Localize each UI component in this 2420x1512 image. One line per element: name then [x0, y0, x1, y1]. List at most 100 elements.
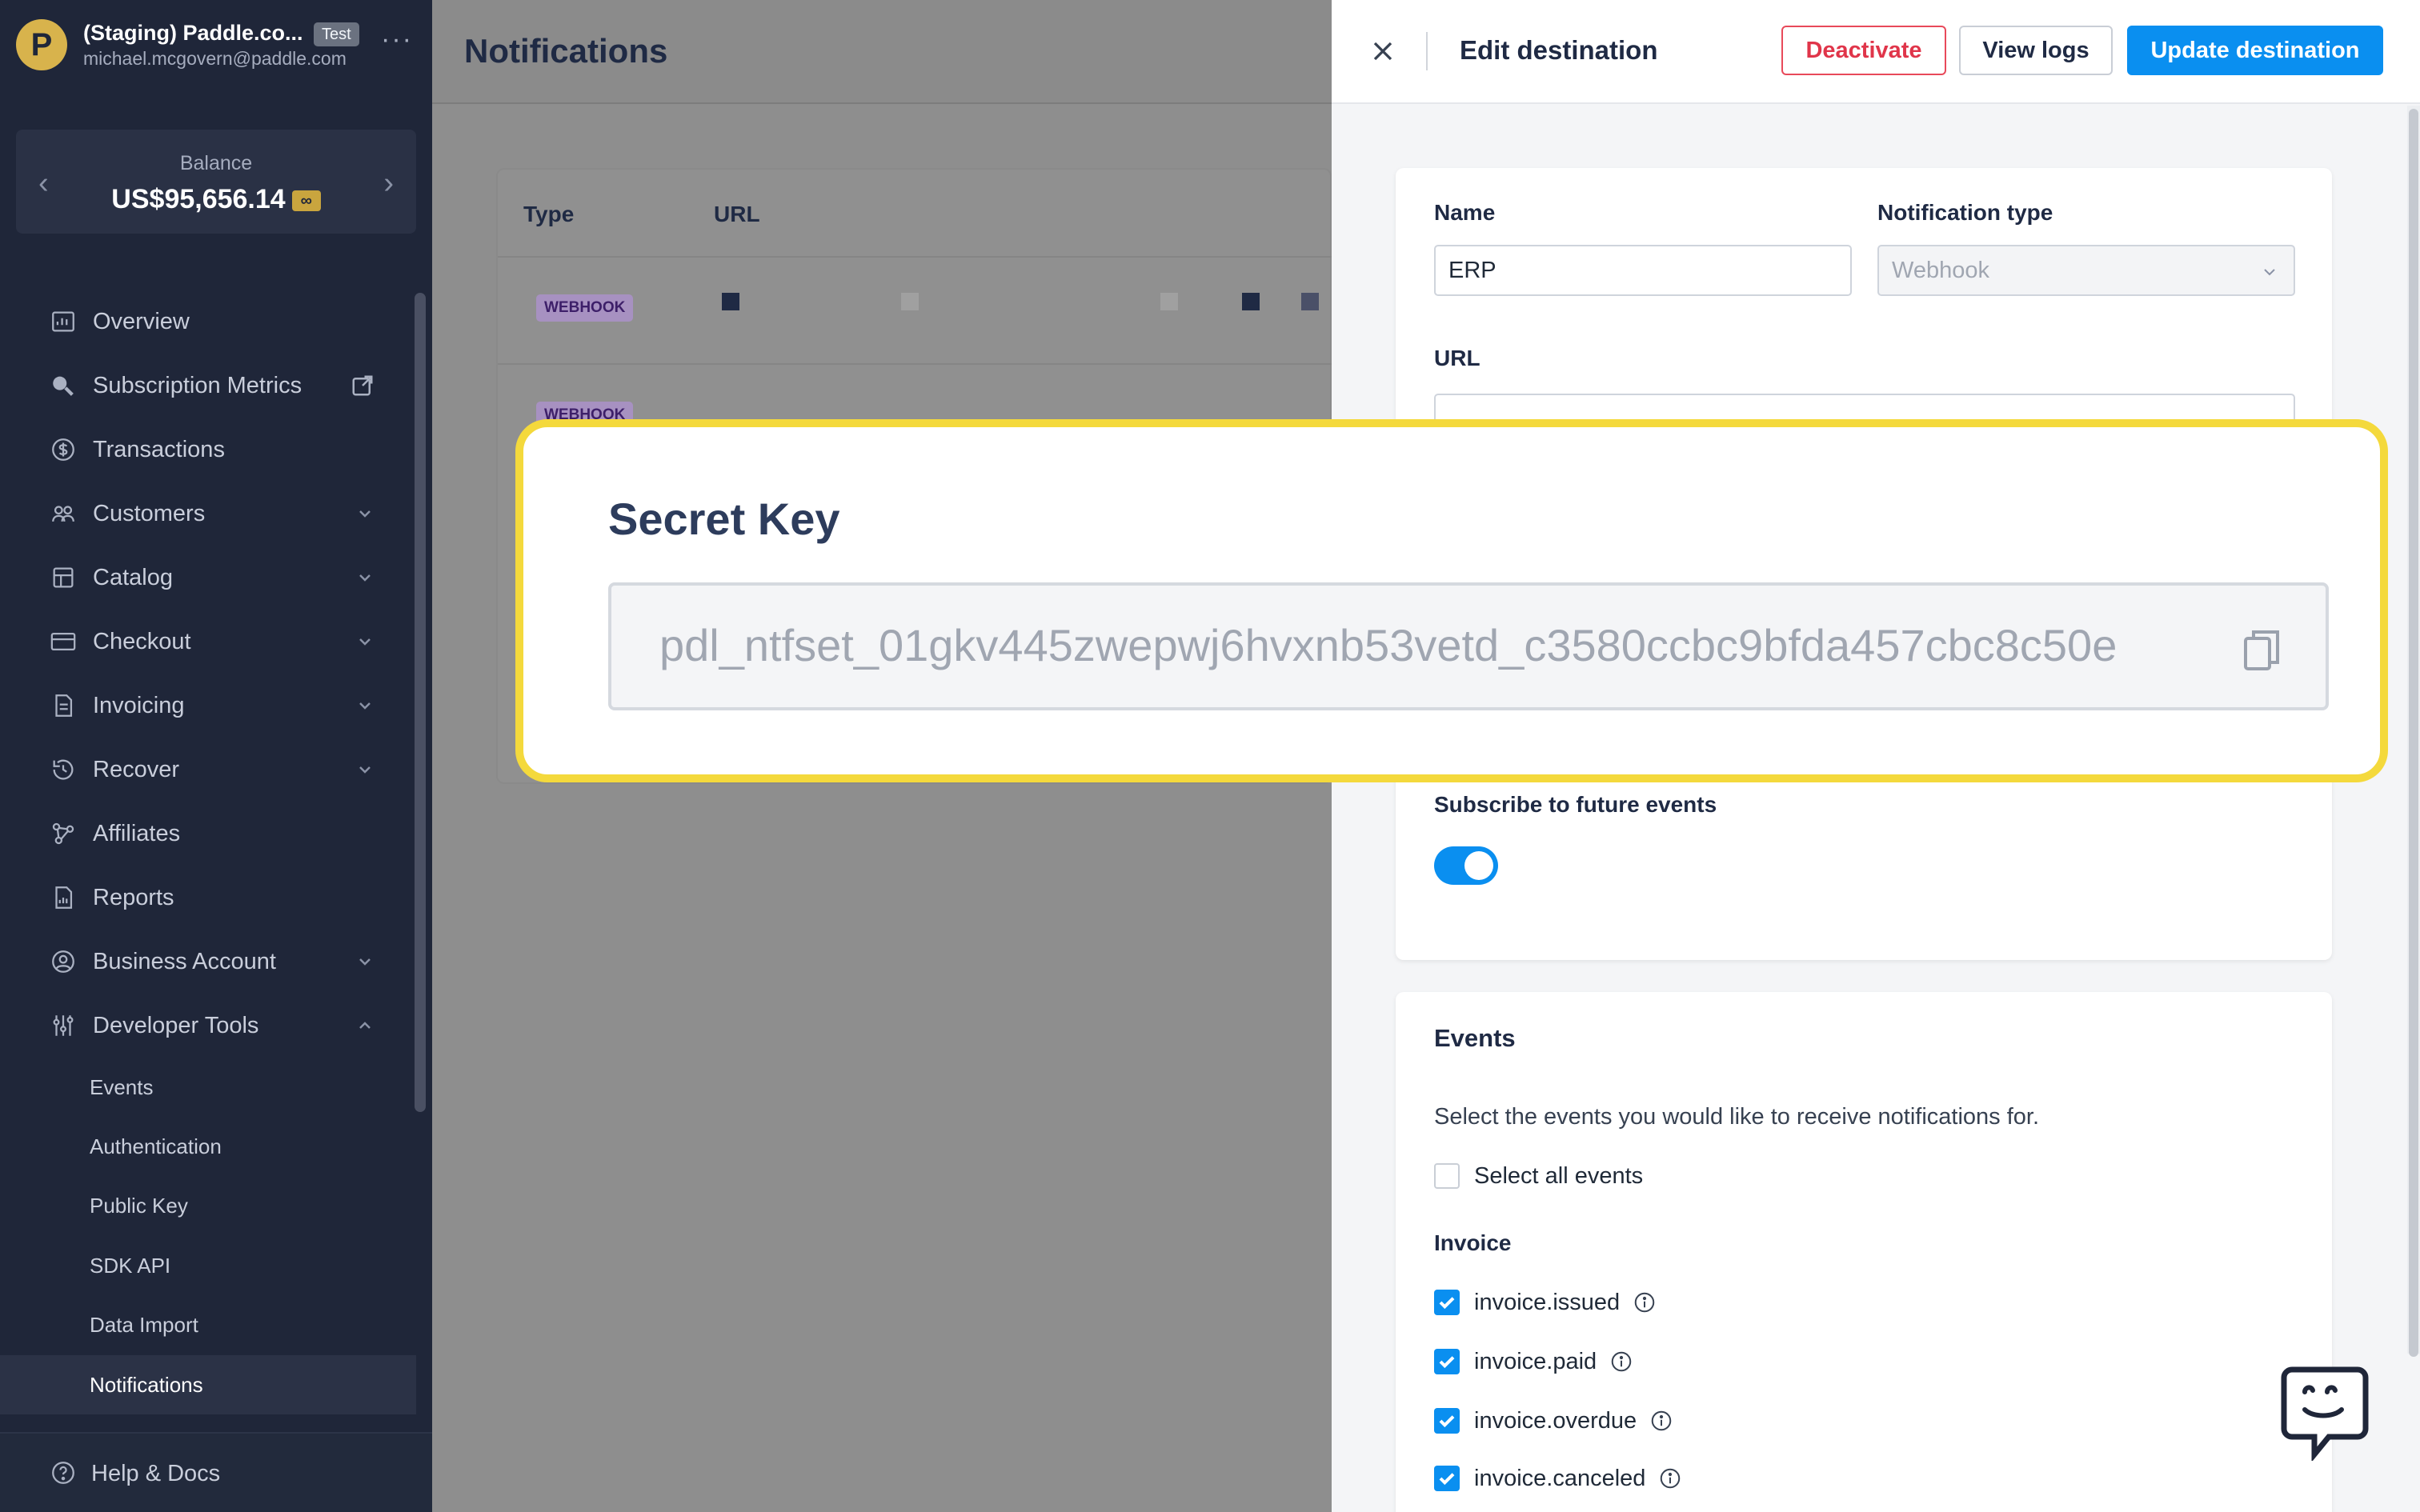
info-icon[interactable]: [1609, 1350, 1633, 1374]
checkbox[interactable]: [1434, 1466, 1460, 1491]
sidebar-subitem-notifications[interactable]: Notifications: [0, 1355, 416, 1414]
invoice-icon: [55, 694, 73, 717]
sidebar-subitem-label: Public Key: [90, 1193, 188, 1218]
page-title: Notifications: [464, 32, 668, 70]
sidebar-scrollbar[interactable]: [415, 293, 426, 1112]
account-email: michael.mcgovern@paddle.com: [83, 48, 347, 69]
sidebar-item-invoicing[interactable]: Invoicing: [0, 677, 416, 734]
sidebar-footer[interactable]: Help & Docs: [0, 1432, 432, 1512]
info-icon[interactable]: [1633, 1290, 1657, 1314]
event-checkbox-invoice-issued[interactable]: invoice.issued: [1434, 1288, 1657, 1317]
check-icon: [1439, 1297, 1455, 1310]
event-checkbox-invoice-paid[interactable]: invoice.paid: [1434, 1347, 1633, 1376]
sidebar-subitem-label: Notifications: [90, 1372, 203, 1397]
reports-icon: [55, 886, 73, 909]
chevron-down-icon: [359, 766, 371, 774]
checkbox[interactable]: [1434, 1349, 1460, 1374]
sidebar-subitem-data-import[interactable]: Data Import: [0, 1295, 416, 1354]
developer-tools-icon: [53, 1015, 74, 1036]
column-header-type: Type: [523, 202, 575, 226]
chevron-right-icon[interactable]: ›: [383, 166, 394, 201]
check-icon: [1439, 1415, 1455, 1428]
chevron-down-icon: [359, 702, 371, 710]
secret-key-value: pdl_ntfset_01gkv445zwepwj6hvxnb53vetd_c3…: [659, 620, 2118, 670]
chat-widget-icon[interactable]: [2281, 1365, 2369, 1461]
sidebar-item-developer-tools[interactable]: Developer Tools: [0, 997, 416, 1054]
checkbox-label: Select all events: [1474, 1162, 1644, 1189]
chevron-down-icon: [359, 574, 371, 582]
help-icon: [52, 1462, 74, 1484]
sidebar-item-label: Catalog: [93, 564, 173, 590]
checkbox-label: invoice.issued: [1474, 1289, 1621, 1315]
sidebar-item-label: Recover: [93, 756, 179, 782]
future-events-toggle[interactable]: [1434, 846, 1498, 885]
sidebar-item-recover[interactable]: Recover: [0, 741, 416, 798]
sidebar-item-overview[interactable]: Overview: [0, 293, 416, 350]
test-badge: Test: [314, 22, 359, 46]
sidebar-item-label: Overview: [93, 308, 190, 334]
checkbox-label: invoice.overdue: [1474, 1407, 1637, 1434]
account-name: (Staging) Paddle.co...: [83, 21, 303, 45]
redacted-url-block: [1242, 293, 1260, 310]
check-icon: [1439, 1473, 1455, 1486]
type-badge: WEBHOOK: [536, 294, 634, 322]
affiliates-icon: [52, 822, 74, 845]
account-switcher[interactable]: P (Staging) Paddle.co... Test michael.mc…: [0, 0, 432, 96]
close-icon[interactable]: [1367, 35, 1399, 67]
checkbox[interactable]: [1434, 1290, 1460, 1315]
more-options-icon[interactable]: ···: [381, 26, 413, 53]
infinity-badge: ∞: [291, 190, 321, 212]
name-label: Name: [1434, 200, 1496, 225]
secret-key-label: Secret Key: [608, 494, 840, 544]
secret-key-field[interactable]: pdl_ntfset_01gkv445zwepwj6hvxnb53vetd_c3…: [608, 582, 2329, 710]
checkbox[interactable]: [1434, 1163, 1460, 1189]
sidebar-item-transactions[interactable]: Transactions: [0, 421, 416, 478]
catalog-icon: [53, 567, 74, 588]
sidebar-subitem-sdk-api[interactable]: SDK API: [0, 1236, 416, 1295]
update-destination-button[interactable]: Update destination: [2127, 26, 2383, 75]
sidebar-item-affiliates[interactable]: Affiliates: [0, 805, 416, 862]
copy-icon[interactable]: [2241, 627, 2282, 672]
sidebar-subitem-events[interactable]: Events: [0, 1058, 416, 1117]
sidebar-subitem-public-key[interactable]: Public Key: [0, 1176, 416, 1235]
chevron-down-icon: [359, 510, 371, 518]
column-header-url: URL: [714, 202, 760, 226]
overview-icon: [52, 311, 74, 332]
info-icon[interactable]: [1658, 1466, 1682, 1490]
help-docs-link: Help & Docs: [91, 1461, 221, 1486]
secret-key-callout: Secret Key pdl_ntfset_01gkv445zwepwj6hvx…: [515, 419, 2388, 782]
balance-value: US$95,656.14 ∞: [16, 184, 416, 215]
scroll-thumb[interactable]: [2409, 109, 2418, 1357]
sidebar-item-business-account[interactable]: Business Account: [0, 933, 416, 990]
sidebar-item-catalog[interactable]: Catalog: [0, 549, 416, 606]
row-divider: [498, 256, 1333, 258]
sidebar-item-reports[interactable]: Reports: [0, 869, 416, 926]
sidebar-item-label: Customers: [93, 500, 206, 526]
name-input[interactable]: ERP: [1434, 245, 1852, 296]
event-checkbox-invoice-canceled[interactable]: invoice.canceled: [1434, 1464, 1682, 1493]
events-description: Select the events you would like to rece…: [1434, 1104, 2040, 1130]
external-link-icon: [352, 375, 373, 396]
sidebar-subitem-label: Events: [90, 1074, 154, 1099]
sidebar-item-checkout[interactable]: Checkout: [0, 613, 416, 670]
sidebar-item-label: Invoicing: [93, 692, 185, 718]
sidebar-item-label: Checkout: [93, 628, 191, 654]
view-logs-button[interactable]: View logs: [1959, 26, 2113, 75]
sidebar-item-subscription-metrics[interactable]: Subscription Metrics: [0, 357, 416, 414]
header-divider: [1426, 32, 1428, 70]
drawer-scrollbar[interactable]: [2407, 106, 2420, 1357]
event-checkbox-invoice-overdue[interactable]: invoice.overdue: [1434, 1406, 1673, 1435]
sidebar-item-customers[interactable]: Customers: [0, 485, 416, 542]
business-account-icon: [52, 950, 74, 973]
sidebar-subitem-authentication[interactable]: Authentication: [0, 1117, 416, 1176]
deactivate-button[interactable]: Deactivate: [1781, 26, 1946, 75]
notification-type-select[interactable]: Webhook: [1877, 245, 2295, 296]
subscription-metrics-icon: [53, 376, 74, 396]
select-all-events-checkbox[interactable]: Select all events: [1434, 1162, 1643, 1190]
events-title: Events: [1434, 1024, 1516, 1052]
sidebar: P (Staging) Paddle.co... Test michael.mc…: [0, 0, 432, 1512]
dollar-circle-icon: [52, 438, 74, 461]
checkbox[interactable]: [1434, 1408, 1460, 1434]
notification-type-value: Webhook: [1892, 258, 1989, 283]
info-icon[interactable]: [1649, 1409, 1673, 1433]
